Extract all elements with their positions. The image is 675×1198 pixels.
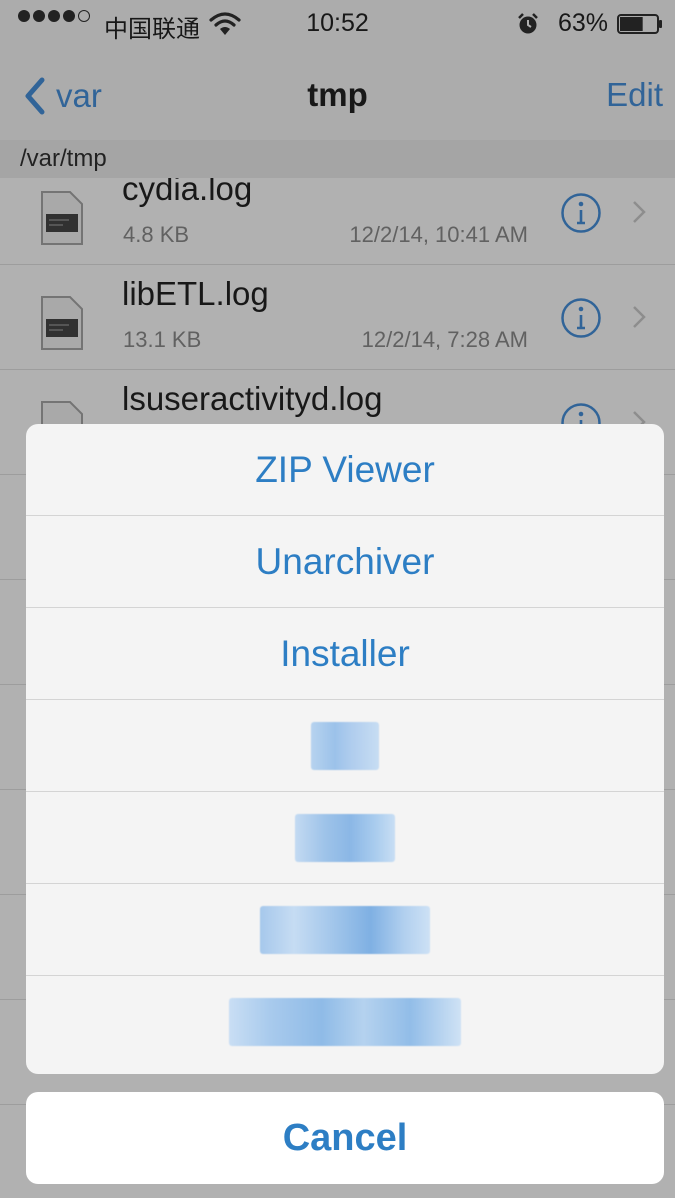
redacted-option[interactable] bbox=[26, 884, 664, 976]
redacted-label bbox=[260, 905, 430, 954]
redacted-label bbox=[295, 813, 395, 862]
redacted-label bbox=[229, 998, 461, 1046]
redacted-option[interactable] bbox=[26, 976, 664, 1068]
redacted-label bbox=[311, 721, 379, 770]
action-sheet: ZIP Viewer Unarchiver Installer bbox=[26, 424, 664, 1074]
redacted-option[interactable] bbox=[26, 700, 664, 792]
cancel-button[interactable]: Cancel bbox=[26, 1092, 664, 1184]
screen: 中国联通 10:52 63% var tmp Edit cydia.log 4.… bbox=[0, 0, 675, 1198]
unarchiver-option[interactable]: Unarchiver bbox=[26, 516, 664, 608]
redacted-option[interactable] bbox=[26, 792, 664, 884]
zip-viewer-option[interactable]: ZIP Viewer bbox=[26, 424, 664, 516]
installer-option[interactable]: Installer bbox=[26, 608, 664, 700]
